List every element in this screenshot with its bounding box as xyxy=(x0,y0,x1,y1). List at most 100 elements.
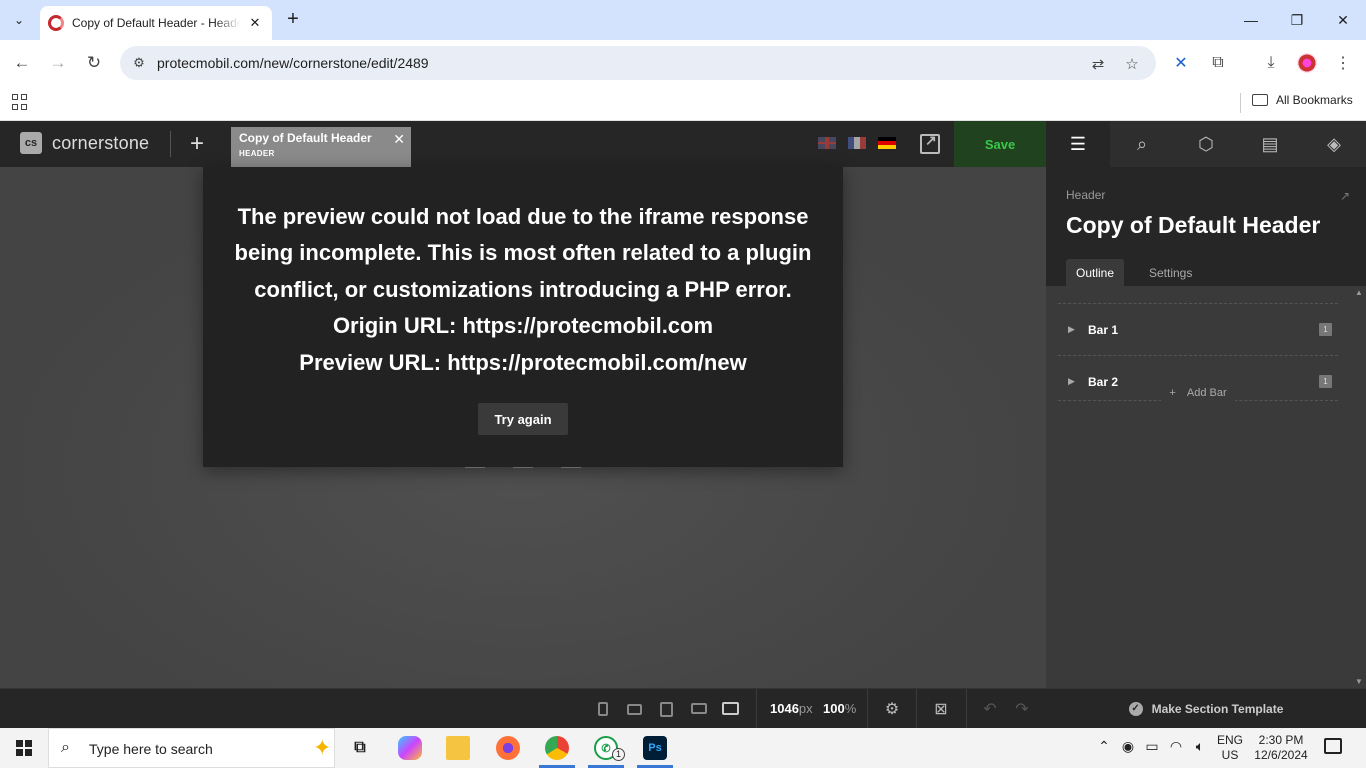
tab-settings[interactable]: Settings xyxy=(1139,259,1202,286)
browser-menu-icon[interactable]: ⋮ xyxy=(1332,52,1354,74)
zoom-value: 100 xyxy=(823,701,845,716)
task-view-icon[interactable]: ⧉ xyxy=(336,728,384,768)
settings-gear-icon[interactable]: ⚙ xyxy=(882,699,902,719)
try-again-button[interactable]: Try again xyxy=(478,403,568,436)
translate-icon[interactable]: ⇄ xyxy=(1088,54,1108,74)
profile-avatar[interactable] xyxy=(1296,52,1318,74)
flag-uk-icon[interactable] xyxy=(818,137,836,149)
file-explorer-icon[interactable] xyxy=(434,728,482,768)
redo-icon[interactable]: ↷ xyxy=(1012,699,1032,719)
outline-item-count: 1 xyxy=(1319,323,1332,336)
bookmark-star-icon[interactable]: ☆ xyxy=(1122,54,1142,74)
panel-tab-layers-icon[interactable]: ◈ xyxy=(1302,121,1366,167)
viewport-width-value: 1046 xyxy=(770,701,799,716)
topbar-divider xyxy=(170,131,171,157)
bottombar-divider xyxy=(966,689,967,729)
input-language-indicator[interactable]: ENG US xyxy=(1214,733,1246,763)
chrome-icon[interactable] xyxy=(533,728,581,768)
notifications-icon[interactable] xyxy=(1324,738,1342,754)
bookmarks-bar: All Bookmarks xyxy=(0,86,1366,121)
open-external-icon[interactable] xyxy=(920,132,940,154)
outline-item-bar-1[interactable]: ▶ Bar 1 1 xyxy=(1058,303,1338,355)
battery-icon[interactable]: ▭ xyxy=(1142,738,1162,755)
download-icon[interactable]: ⤓ xyxy=(1260,52,1282,74)
panel-tabbar: ☰ ⌕ ⬡ ▤ ◈ xyxy=(1046,121,1366,167)
viewport-width-field[interactable]: 1046px xyxy=(770,701,813,716)
back-arrow-icon[interactable]: ← xyxy=(10,51,34,75)
minimize-icon[interactable]: — xyxy=(1228,0,1274,40)
language-region: US xyxy=(1221,748,1239,762)
taskbar-search-box[interactable]: ⌕ Type here to search ✦ xyxy=(48,728,335,768)
browser-tabstrip: ⌄ Copy of Default Header - Header ✕ + — … xyxy=(0,0,1366,40)
flag-fr-icon[interactable] xyxy=(848,137,866,149)
make-section-template-button[interactable]: ✓ Make Section Template xyxy=(1046,688,1366,728)
extension-x-icon[interactable]: ✕ xyxy=(1170,52,1192,74)
panel-tab-outline-list-icon[interactable]: ☰ xyxy=(1046,121,1110,167)
scroll-up-icon[interactable]: ▲ xyxy=(1355,288,1363,297)
reload-icon[interactable]: ↻ xyxy=(82,51,106,75)
whatsapp-icon[interactable]: ✆ 1 xyxy=(582,728,630,768)
photoshop-icon[interactable]: Ps xyxy=(631,728,679,768)
restore-icon[interactable]: ❐ xyxy=(1274,0,1320,40)
zoom-field[interactable]: 100% xyxy=(823,701,856,716)
tray-meet-icon[interactable]: ◉ xyxy=(1118,738,1138,755)
add-document-plus-icon[interactable]: + xyxy=(186,131,208,157)
browser-tab-active[interactable]: Copy of Default Header - Header ✕ xyxy=(40,6,272,40)
document-tab[interactable]: Copy of Default Header HEADER ✕ xyxy=(231,127,411,167)
device-phone-portrait-icon[interactable] xyxy=(598,702,608,716)
clock-time: 2:30 PM xyxy=(1258,733,1304,747)
url-text[interactable]: protecmobil.com/new/cornerstone/edit/248… xyxy=(157,55,429,71)
apps-grid-icon[interactable] xyxy=(12,94,28,110)
expand-caret-icon[interactable]: ▶ xyxy=(1068,324,1082,335)
extensions-puzzle-icon[interactable]: ⧉ xyxy=(1207,52,1229,74)
outline-item-label: Bar 1 xyxy=(1088,322,1119,337)
cs-logo-mark: cs xyxy=(20,132,42,154)
tab-outline[interactable]: Outline xyxy=(1066,259,1125,286)
make-section-template-label: Make Section Template xyxy=(1151,701,1284,716)
site-info-tune-icon[interactable]: ⚙ xyxy=(130,54,148,72)
device-tablet-icon[interactable] xyxy=(660,702,673,717)
panel-tab-layout-icon[interactable]: ▤ xyxy=(1238,121,1302,167)
panel-tab-elements-cube-icon[interactable]: ⬡ xyxy=(1174,121,1238,167)
firefox-icon[interactable] xyxy=(484,728,532,768)
window-close-icon[interactable]: ✕ xyxy=(1320,0,1366,40)
code-editor-icon[interactable]: ⊠ xyxy=(931,699,951,719)
error-message-line: conflict, or customizations introducing … xyxy=(254,276,792,302)
windows-start-icon[interactable] xyxy=(16,740,32,756)
bottombar-divider xyxy=(756,689,757,729)
device-desktop-icon[interactable] xyxy=(722,702,739,715)
panel-tab-search-icon[interactable]: ⌕ xyxy=(1110,121,1174,167)
device-laptop-icon[interactable] xyxy=(691,703,707,714)
cornerstone-logo[interactable]: cs cornerstone xyxy=(20,132,149,154)
forward-arrow-icon[interactable]: → xyxy=(46,51,70,75)
tab-close-icon[interactable]: ✕ xyxy=(246,14,264,32)
tray-overflow-chevron-icon[interactable]: ⌃ xyxy=(1094,738,1114,755)
outline-item-count: 1 xyxy=(1319,375,1332,388)
tab-search-chevron-icon[interactable]: ⌄ xyxy=(8,9,30,31)
clock[interactable]: 2:30 PM 12/6/2024 xyxy=(1250,733,1312,763)
address-bar[interactable]: ⚙ protecmobil.com/new/cornerstone/edit/2… xyxy=(120,46,1156,80)
panel-external-link-icon[interactable]: ↗ xyxy=(1340,189,1350,203)
browser-tab-title: Copy of Default Header - Header xyxy=(72,16,240,30)
flag-de-icon[interactable] xyxy=(878,137,896,149)
volume-icon[interactable]: 🔈︎ xyxy=(1190,738,1210,755)
copilot-icon[interactable] xyxy=(386,728,434,768)
document-tab-close-icon[interactable]: ✕ xyxy=(393,131,405,148)
device-phone-landscape-icon[interactable] xyxy=(627,704,642,715)
new-tab-plus-icon[interactable]: + xyxy=(282,9,304,31)
expand-caret-icon[interactable]: ▶ xyxy=(1068,376,1082,387)
wifi-icon[interactable]: ◠ xyxy=(1166,738,1186,755)
cs-logo-text: cornerstone xyxy=(52,132,150,153)
viewport-width-unit: px xyxy=(798,701,813,716)
save-button[interactable]: Save xyxy=(954,121,1046,167)
folder-icon xyxy=(1252,94,1268,106)
element-type-label: Header xyxy=(1066,188,1106,202)
scroll-down-icon[interactable]: ▼ xyxy=(1355,677,1363,686)
add-bar-button[interactable]: + Add Bar xyxy=(1058,387,1338,413)
preview-url-line: Preview URL: https://protecmobil.com/new xyxy=(299,349,747,375)
undo-icon[interactable]: ↶ xyxy=(980,699,1000,719)
all-bookmarks-button[interactable]: All Bookmarks xyxy=(1252,93,1353,107)
browser-toolbar: ← → ↻ ⚙ protecmobil.com/new/cornerstone/… xyxy=(0,40,1366,86)
preview-error-dialog: The preview could not load due to the if… xyxy=(203,167,843,467)
panel-scrollbar[interactable]: ▲ ▼ xyxy=(1352,286,1366,688)
